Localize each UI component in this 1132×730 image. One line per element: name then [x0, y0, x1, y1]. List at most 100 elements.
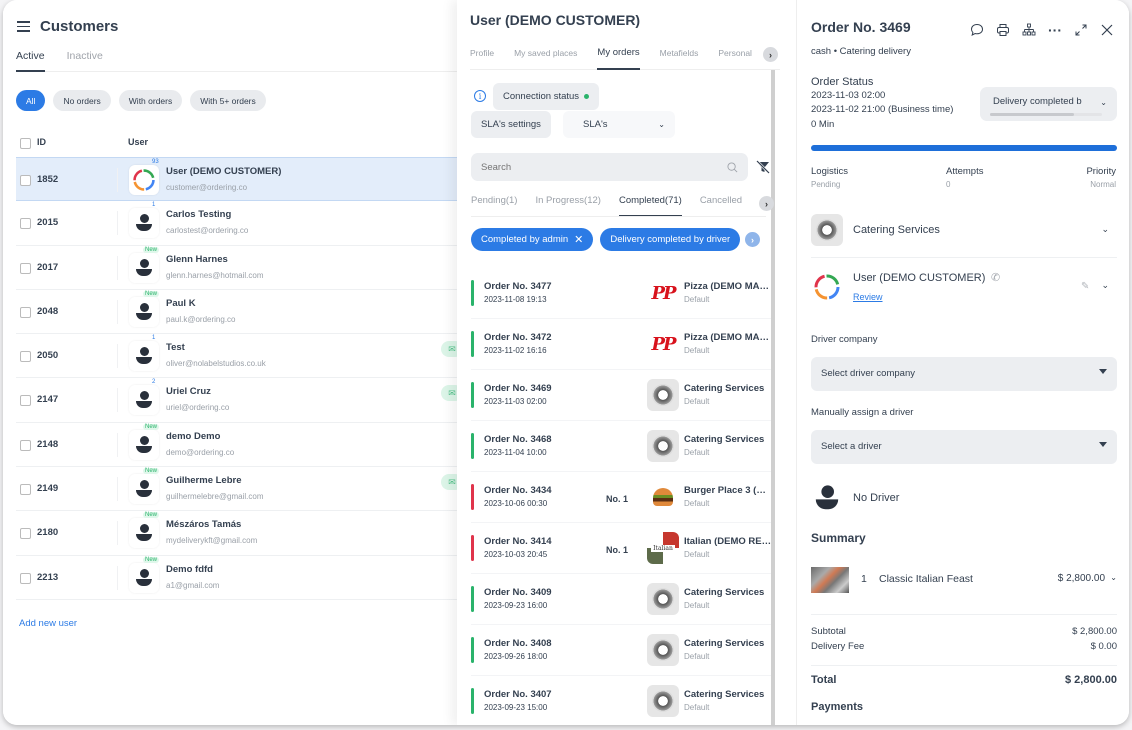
filter-off-icon[interactable] [755, 159, 771, 175]
business-row[interactable]: Catering Services ⌄ [811, 214, 1117, 248]
row-checkbox[interactable] [20, 175, 31, 186]
row-checkbox[interactable] [20, 306, 31, 318]
row-checkbox[interactable] [20, 528, 31, 540]
select-all-checkbox[interactable] [20, 138, 31, 149]
user-id: 2050 [37, 350, 59, 362]
chat-icon[interactable] [969, 22, 985, 38]
order-date: 2023-11-08 19:13 [484, 295, 547, 304]
tab-completed[interactable]: Completed(71) [618, 192, 682, 216]
order-list-item[interactable]: Order No. 3472 2023-11-02 16:16 PP Pizza… [471, 319, 772, 370]
filter-with-orders[interactable]: With orders [118, 90, 183, 111]
order-list-item[interactable]: Order No. 3469 2023-11-03 02:00 Catering… [471, 370, 771, 421]
table-header: ID User [16, 136, 461, 152]
status-tabs-scroll-right-button[interactable]: › [759, 196, 774, 211]
avatar [129, 296, 159, 327]
order-status-indicator [471, 637, 474, 663]
order-list-item[interactable]: Order No. 3468 2023-11-04 10:00 Catering… [471, 421, 771, 472]
table-row[interactable]: 2180 New Mészáros Tamás mydeliverykft@gm… [16, 511, 463, 556]
order-list-item[interactable]: Order No. 3434 2023-10-06 00:30 No. 1 Bu… [471, 472, 772, 523]
tab-active[interactable]: Active [16, 48, 45, 72]
italian-logo: Italian [647, 532, 679, 564]
user-avatar-icon [136, 302, 152, 321]
row-checkbox[interactable] [20, 218, 31, 230]
user-email: oliver@nolabelstudios.co.uk [166, 359, 266, 369]
driver-company-placeholder: Select driver company [821, 368, 915, 379]
table-row[interactable]: 2017 New Glenn Harnes glenn.harnes@hotma… [16, 246, 463, 290]
order-number: Order No. 3468 [484, 434, 552, 445]
order-list-item[interactable]: Order No. 3409 2023-09-23 16:00 Catering… [471, 574, 771, 625]
subfilter-completed-by-admin[interactable]: Completed by admin ✕ [471, 228, 594, 251]
chevron-down-icon[interactable]: ⌄ [1110, 573, 1117, 582]
filter-with-5-orders[interactable]: With 5+ orders [190, 90, 266, 111]
menu-icon[interactable] [17, 21, 30, 32]
user-email: customer@ordering.co [166, 183, 248, 192]
user-email: paul.k@ordering.co [166, 314, 236, 324]
driver-select[interactable]: Select a driver [811, 430, 1117, 464]
order-number: Order No. 3414 [484, 536, 552, 547]
row-checkbox[interactable] [20, 351, 31, 363]
table-row[interactable]: 2147 2 Uriel Cruz uriel@ordering.co ✉ [16, 378, 463, 423]
review-link[interactable]: Review [853, 292, 883, 302]
order-list-item[interactable]: Order No. 3414 2023-10-03 20:45 No. 1 It… [471, 523, 772, 574]
order-list-item[interactable]: Order No. 3407 2023-09-23 15:00 Catering… [471, 676, 771, 725]
table-row[interactable]: 2048 New Paul K paul.k@ordering.co [16, 290, 463, 335]
order-list-item[interactable]: Order No. 3477 2023-11-08 19:13 PP Pizza… [471, 268, 772, 319]
table-row[interactable]: 2149 New Guilherme Lebre guilhermelebre@… [16, 467, 463, 512]
filter-all[interactable]: All [16, 90, 46, 111]
user-name: Demo fdfd [166, 563, 213, 575]
table-row[interactable]: 2050 1 Test oliver@nolabelstudios.co.uk … [16, 334, 463, 379]
row-checkbox[interactable] [20, 572, 31, 584]
tab-saved-places[interactable]: My saved places [514, 44, 577, 70]
row-checkbox[interactable] [20, 395, 31, 407]
sla-select[interactable]: SLA's ⌄ [563, 111, 675, 138]
table-row[interactable]: 1852 93 User (DEMO CUSTOMER) customer@or… [16, 157, 463, 202]
order-number: Order No. 3472 [484, 332, 552, 343]
column-divider [117, 565, 118, 590]
sla-settings-button[interactable]: SLA's settings [471, 111, 551, 138]
connection-status-button[interactable]: Connection status [493, 83, 600, 110]
close-icon[interactable] [1099, 22, 1115, 38]
user-avatar-icon [136, 214, 152, 232]
more-options-icon[interactable]: ··· [1047, 22, 1063, 38]
expand-icon[interactable] [1073, 22, 1089, 38]
stat-value: 0 [946, 180, 951, 189]
chevron-down-icon[interactable]: ⌄ [1101, 280, 1109, 291]
business-name: Catering Services [684, 434, 765, 445]
tab-profile[interactable]: Profile [470, 44, 494, 70]
order-status-select[interactable]: Delivery completed b ⌄ [980, 87, 1117, 121]
edit-icon[interactable]: ✎ [1081, 281, 1089, 292]
subfilter-delivery-completed-by-driver[interactable]: Delivery completed by driver [600, 228, 741, 251]
pizza-logo: PP [651, 333, 676, 355]
order-position: No. 1 [606, 494, 629, 504]
driver-company-select[interactable]: Select driver company [811, 357, 1117, 391]
tab-pending[interactable]: Pending(1) [471, 192, 517, 216]
add-new-user-link[interactable]: Add new user [19, 618, 77, 629]
tab-inactive[interactable]: Inactive [67, 48, 103, 72]
phone-icon[interactable]: ✆ [991, 271, 1000, 284]
subfilters-scroll-right-button[interactable]: › [745, 232, 760, 247]
orders-scrollbar[interactable] [771, 70, 775, 725]
row-checkbox[interactable] [20, 262, 31, 274]
table-row[interactable]: 2213 New Demo fdfd a1@gmail.com [16, 556, 463, 600]
tab-cancelled[interactable]: Cancelled [700, 192, 742, 216]
tab-metafields[interactable]: Metafields [660, 44, 699, 70]
product-row[interactable]: 1 Classic Italian Feast $ 2,800.00 ⌄ [811, 567, 1117, 593]
tabs-scroll-right-button[interactable]: › [763, 47, 778, 62]
sitemap-icon[interactable] [1021, 22, 1037, 38]
tab-in-progress[interactable]: In Progress(12) [535, 192, 600, 216]
order-list-item[interactable]: Order No. 3408 2023-09-26 18:00 Catering… [471, 625, 771, 676]
chevron-down-icon[interactable]: ⌄ [1101, 224, 1109, 235]
row-checkbox[interactable] [20, 484, 31, 496]
tab-my-orders[interactable]: My orders [597, 44, 640, 70]
close-icon[interactable]: ✕ [574, 233, 583, 246]
row-checkbox[interactable] [20, 439, 31, 451]
table-row[interactable]: 2015 1 Carlos Testing carlostest@orderin… [16, 201, 463, 246]
print-icon[interactable] [995, 22, 1011, 38]
info-icon[interactable]: i [474, 90, 486, 102]
table-row[interactable]: 2148 New demo Demo demo@ordering.co [16, 423, 463, 468]
completed-sub-filters: Completed by admin ✕ Delivery completed … [471, 228, 761, 251]
new-badge: New [143, 246, 160, 253]
search-input[interactable] [481, 161, 681, 173]
tab-personal[interactable]: Personal [718, 44, 752, 70]
filter-no-orders[interactable]: No orders [53, 90, 111, 111]
